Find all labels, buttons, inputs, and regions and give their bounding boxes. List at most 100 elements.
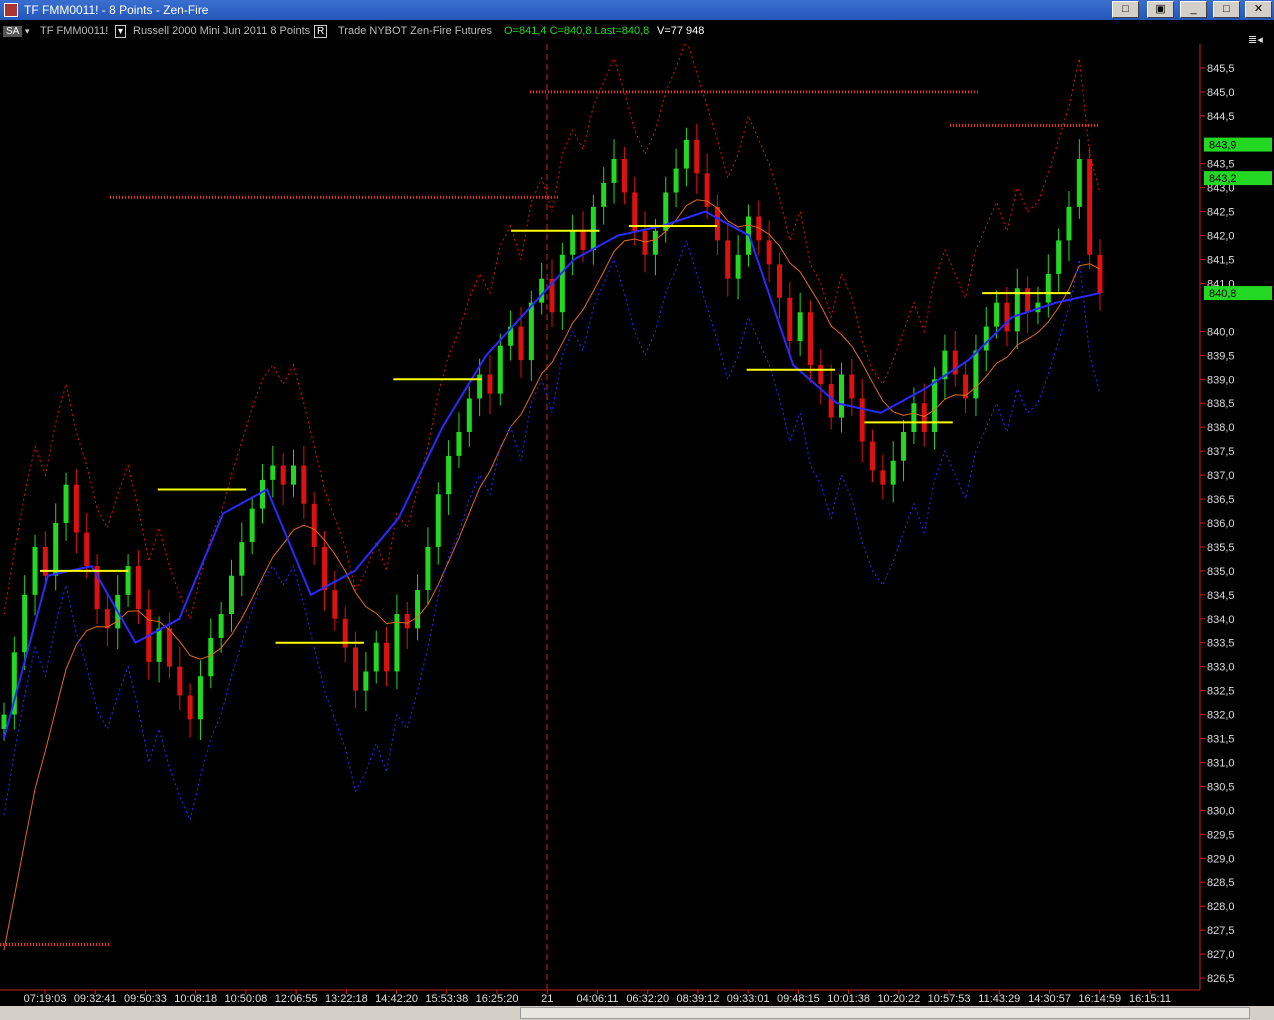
candle-body	[859, 398, 865, 442]
candle-body	[487, 374, 493, 394]
candle-body	[735, 254, 741, 279]
price-tick-label: 834,0	[1207, 614, 1235, 626]
time-tick-label: 04:06:11	[576, 993, 618, 1005]
candle-body	[63, 484, 69, 523]
candle-body	[570, 230, 576, 255]
time-tick-label: 11:43:29	[978, 993, 1020, 1005]
candle-body	[673, 168, 679, 193]
price-tick-label: 839,0	[1207, 374, 1235, 386]
candle-body	[446, 455, 452, 495]
candle-body	[652, 230, 658, 255]
candle-body	[22, 594, 28, 653]
candle-body	[807, 312, 813, 365]
time-tick-label: 21	[541, 993, 553, 1005]
window-title: TF FMM0011! - 8 Points - Zen-Fire	[24, 3, 209, 17]
time-tick-label: 10:08:18	[174, 993, 217, 1005]
candle-body	[1025, 288, 1031, 313]
candle-body	[994, 302, 1000, 327]
candle-body	[611, 158, 617, 183]
scrollbar-thumb[interactable]	[520, 1007, 1250, 1019]
price-tick-label: 827,0	[1207, 949, 1235, 961]
maximize-button[interactable]: □	[1213, 1, 1240, 18]
price-tick-label: 837,0	[1207, 470, 1235, 482]
title-bar: TF FMM0011! - 8 Points - Zen-Fire □ ▣ _ …	[0, 0, 1274, 20]
r-button[interactable]: R	[314, 25, 328, 38]
price-chart[interactable]: 845,5845,0844,5843,5843,0842,5842,0841,5…	[0, 44, 1274, 1006]
candle-body	[1097, 254, 1103, 294]
price-tick-label: 830,5	[1207, 781, 1235, 793]
candle-body	[901, 431, 907, 461]
candle-body	[932, 379, 938, 432]
price-tick-label: 832,5	[1207, 686, 1235, 698]
time-tick-label: 06:32:20	[626, 993, 669, 1005]
candle-body	[135, 566, 141, 610]
price-tick-label: 838,5	[1207, 398, 1235, 410]
price-tick-label: 842,5	[1207, 207, 1235, 219]
candle-body	[921, 403, 927, 432]
time-tick-label: 09:48:15	[777, 993, 820, 1005]
candle-body	[1066, 206, 1072, 241]
time-tick-label: 14:42:20	[375, 993, 418, 1005]
price-tick-label: 833,5	[1207, 638, 1235, 650]
candle-body	[725, 240, 731, 279]
time-tick-label: 08:39:12	[677, 993, 720, 1005]
candle-body	[590, 206, 596, 250]
candle-body	[373, 642, 379, 672]
candle-body	[880, 470, 886, 485]
candle-body	[1076, 158, 1082, 207]
time-tick-label: 09:50:33	[124, 993, 167, 1005]
time-tick-label: 09:33:01	[727, 993, 770, 1005]
time-tick-label: 09:32:41	[74, 993, 117, 1005]
mode-label: Trade NYBOT Zen-Fire Futures	[338, 25, 493, 37]
symbol-info-bar: SA ▾ TF FMM0011! ▾ Russell 2000 Mini Jun…	[0, 22, 1200, 42]
candle-body	[1, 714, 7, 729]
time-tick-label: 16:15:11	[1129, 993, 1171, 1005]
price-tick-label: 839,5	[1207, 350, 1235, 362]
app-icon	[4, 3, 18, 17]
price-tick-label: 836,0	[1207, 518, 1235, 530]
time-axis: 07:19:03 09:32:41 09:50:33 10:08:18 10:50:08…	[24, 990, 1171, 1005]
candle-body	[156, 628, 162, 662]
restore-icon[interactable]: □	[1112, 1, 1139, 18]
candle-body	[776, 264, 782, 298]
candle-body	[559, 254, 565, 313]
candle-body	[177, 666, 183, 696]
candle-body	[766, 240, 772, 265]
price-tick-label: 844,5	[1207, 111, 1235, 123]
time-tick-label: 10:57:53	[928, 993, 971, 1005]
sa-button[interactable]: SA	[3, 26, 23, 37]
candle-body	[384, 642, 390, 672]
horizontal-scrollbar[interactable]	[0, 1006, 1274, 1020]
time-tick-label: 10:01:38	[827, 993, 870, 1005]
candle-body	[621, 158, 627, 193]
time-tick-label: 10:20:22	[877, 993, 920, 1005]
price-tick-label: 830,0	[1207, 805, 1235, 817]
close-button[interactable]: ✕	[1245, 1, 1272, 18]
price-tick-label: 831,0	[1207, 757, 1235, 769]
candle-body	[890, 460, 896, 485]
candle-body	[983, 326, 989, 351]
minimize-button[interactable]: _	[1180, 1, 1207, 18]
symbol-dropdown-icon[interactable]: ▾	[115, 25, 127, 38]
ohlc-readout: O=841,4 C=840,8 Last=840,8	[504, 25, 650, 37]
candle-body	[539, 278, 545, 303]
instrument-label: Russell 2000 Mini Jun 2011 8 Points	[133, 25, 311, 37]
candle-body	[477, 374, 483, 399]
time-tick-label: 16:14:59	[1078, 993, 1121, 1005]
cascade-icon[interactable]: ▣	[1147, 1, 1174, 18]
price-tick-label: 829,0	[1207, 853, 1235, 865]
symbol-label: TF FMM0011!	[40, 25, 109, 37]
candle-body	[1045, 273, 1051, 303]
candle-body	[849, 374, 855, 399]
sa-dropdown-icon[interactable]: ▾	[25, 26, 30, 37]
candle-body	[239, 542, 245, 576]
candle-body	[53, 522, 59, 576]
candle-body	[714, 206, 720, 241]
price-tick-label: 826,5	[1207, 973, 1235, 985]
price-tick-label: 843,5	[1207, 159, 1235, 171]
candle-body	[32, 546, 38, 595]
candle-body	[1014, 288, 1020, 332]
price-marker-label: 840,8	[1209, 288, 1237, 300]
candle-body	[973, 350, 979, 399]
candle-body	[694, 139, 700, 174]
